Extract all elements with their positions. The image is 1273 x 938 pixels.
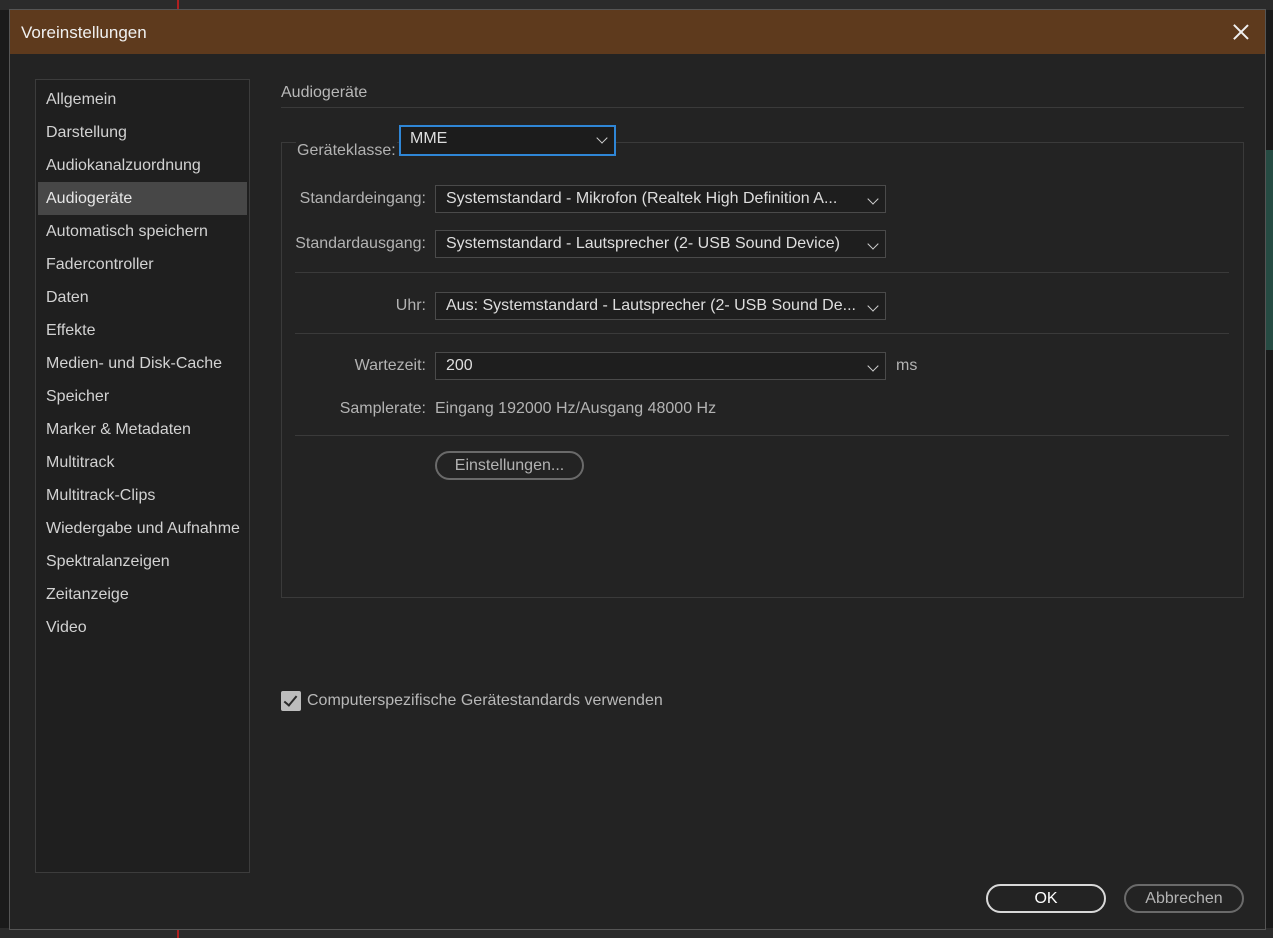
device-defaults-label: Computerspezifische Gerätestandards verw… [307,692,663,709]
dialog-title: Voreinstellungen [21,23,147,42]
section-title: Audiogeräte [281,84,368,101]
sidebar-item[interactable]: Automatisch speichern [38,215,247,248]
latency-label: Wartezeit: [354,357,426,374]
preferences-dialog: Voreinstellungen Allgemein Darstellung Aud… [9,9,1266,930]
settings-button[interactable]: Einstellungen... [435,451,584,480]
divider [281,107,1244,108]
default-output-value: Systemstandard - Lautsprecher (2- USB So… [446,235,840,252]
background-waveform [1266,150,1273,350]
sidebar-item[interactable]: Marker & Metadaten [38,413,247,446]
clock-dropdown[interactable]: Aus: Systemstandard - Lautsprecher (2- U… [435,292,886,320]
device-class-value: MME [410,130,448,147]
latency-value: 200 [446,357,473,374]
checkmark-icon[interactable] [281,691,301,711]
samplerate-label: Samplerate: [339,400,426,417]
sidebar-item[interactable]: Darstellung [38,116,247,149]
sidebar-item[interactable]: Audiokanalzuordnung [38,149,247,182]
divider [295,435,1229,436]
sidebar-item[interactable]: Daten [38,281,247,314]
sidebar-item[interactable]: Effekte [38,314,247,347]
category-list: Allgemein Darstellung Audiokanalzuordnung A… [35,79,250,873]
sidebar-item[interactable]: Multitrack-Clips [38,479,247,512]
sidebar-item[interactable]: Speicher [38,380,247,413]
divider [295,333,1229,334]
sidebar-item[interactable]: Wiedergabe und Aufnahme [38,512,247,545]
sidebar-item[interactable]: Fadercontroller [38,248,247,281]
latency-unit: ms [896,357,918,374]
chevron-down-icon [867,193,879,205]
divider [295,272,1229,273]
default-input-dropdown[interactable]: Systemstandard - Mikrofon (Realtek High … [435,185,886,213]
device-class-dropdown[interactable]: MME [399,125,616,156]
clock-value: Aus: Systemstandard - Lautsprecher (2- U… [446,297,856,314]
samplerate-value: Eingang 192000 Hz/Ausgang 48000 Hz [435,400,717,417]
sidebar-item[interactable]: Allgemein [38,83,247,116]
sidebar-item[interactable]: Video [38,611,247,644]
default-output-label: Standardausgang: [295,235,426,252]
chevron-down-icon [867,360,879,372]
chevron-down-icon [596,132,608,144]
sidebar-item[interactable]: Spektralanzeigen [38,545,247,578]
cancel-button[interactable]: Abbrechen [1124,884,1244,913]
title-bar[interactable]: Voreinstellungen [10,10,1265,54]
sidebar-item[interactable]: Zeitanzeige [38,578,247,611]
clock-label: Uhr: [395,297,426,314]
device-class-label: Geräteklasse: [296,142,397,160]
chevron-down-icon [867,238,879,250]
sidebar-item[interactable]: Multitrack [38,446,247,479]
close-icon[interactable] [1229,20,1253,44]
latency-dropdown[interactable]: 200 [435,352,886,380]
sidebar-item[interactable]: Medien- und Disk-Cache [38,347,247,380]
chevron-down-icon [867,300,879,312]
sidebar-item[interactable]: Audiogeräte [38,182,247,215]
default-output-dropdown[interactable]: Systemstandard - Lautsprecher (2- USB So… [435,230,886,258]
default-input-label: Standardeingang: [299,190,426,207]
default-input-value: Systemstandard - Mikrofon (Realtek High … [446,190,838,207]
ok-button[interactable]: OK [986,884,1106,913]
